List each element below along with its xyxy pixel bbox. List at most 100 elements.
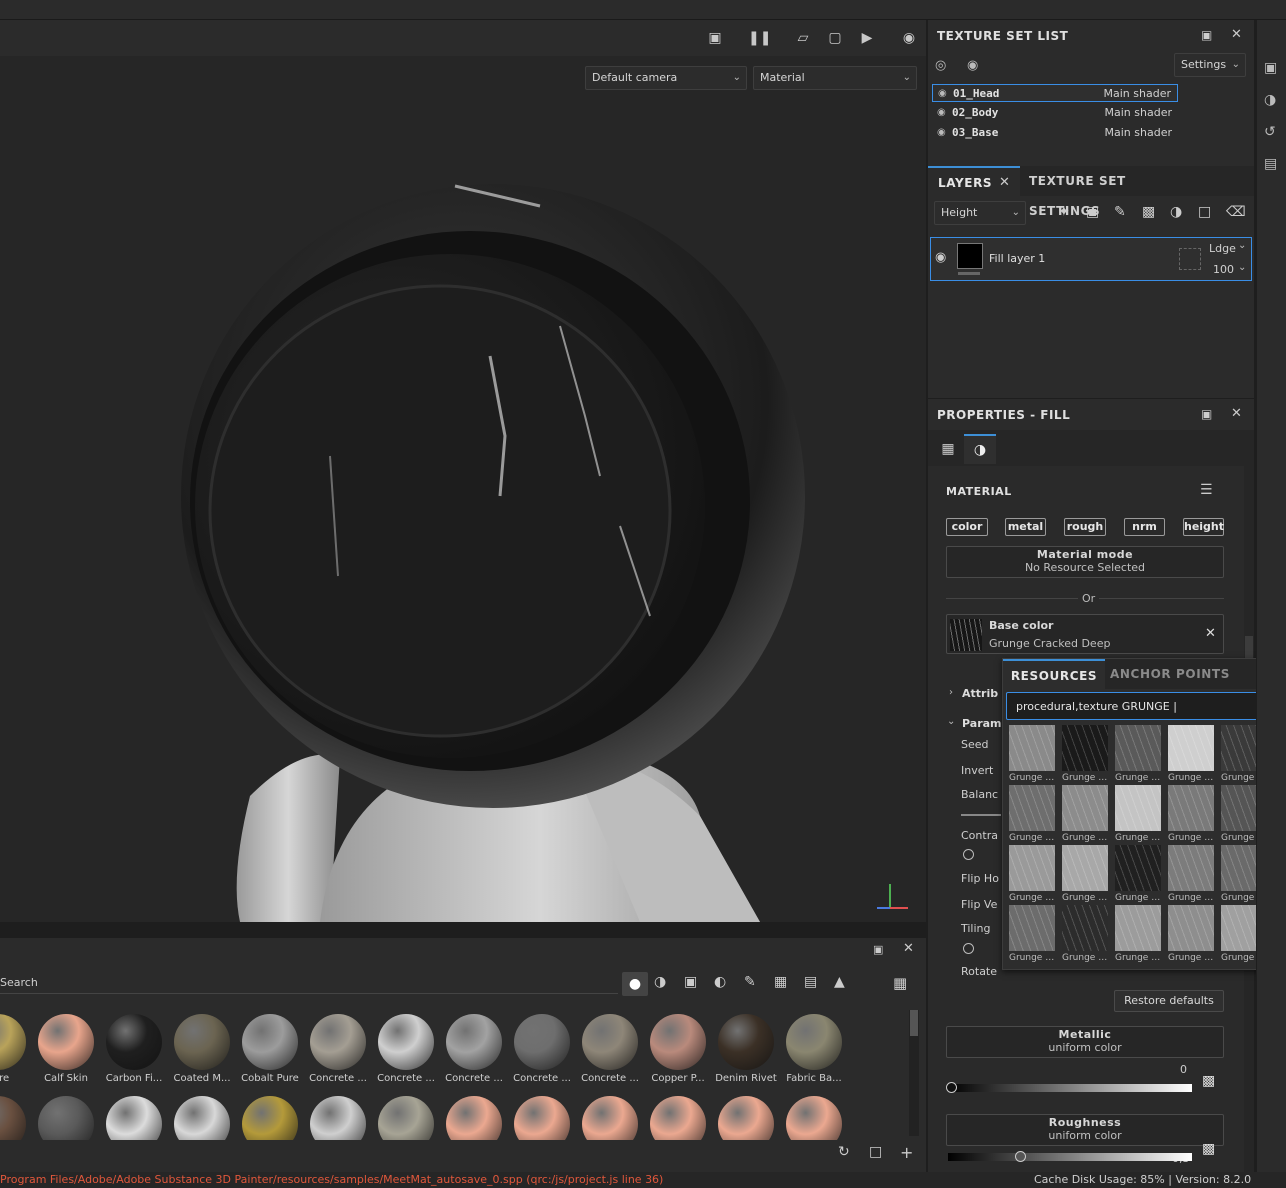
resource-thumbnail[interactable] — [1115, 785, 1161, 831]
resource-thumbnail[interactable] — [1168, 845, 1214, 891]
new-folder-icon[interactable]: □ — [869, 1144, 882, 1160]
material-ball[interactable] — [446, 1096, 502, 1140]
resources-search-input[interactable]: procedural,texture GRUNGE | — [1006, 692, 1259, 720]
chevron-right-icon[interactable]: › — [949, 687, 953, 698]
balance-slider-track[interactable] — [961, 814, 1001, 816]
channel-color-button[interactable]: color — [946, 518, 988, 536]
material-ball[interactable] — [242, 1014, 298, 1070]
texture-set-row-base[interactable]: ◉ 03_Base Main shader — [932, 124, 1178, 142]
shader-settings-icon[interactable]: ◑ — [1264, 92, 1276, 108]
material-ball[interactable] — [718, 1096, 774, 1140]
material-ball[interactable] — [38, 1096, 94, 1140]
resource-thumbnail[interactable] — [1009, 905, 1055, 951]
tab-resources[interactable]: RESOURCES — [1003, 659, 1105, 689]
blend-mode[interactable]: Ldge — [1209, 242, 1236, 255]
material-ball[interactable] — [718, 1014, 774, 1070]
resource-thumbnail[interactable] — [1062, 905, 1108, 951]
material-ball[interactable] — [582, 1096, 638, 1140]
roughness-slider[interactable] — [948, 1153, 1192, 1161]
picker-icon[interactable]: ▩ — [1202, 1073, 1215, 1089]
display-settings-icon[interactable]: ▣ — [1264, 60, 1277, 76]
eye-icon[interactable]: ◉ — [938, 85, 947, 103]
camera-video-icon[interactable]: ▶ — [856, 28, 878, 48]
material-ball[interactable] — [106, 1096, 162, 1140]
material-ball[interactable] — [446, 1014, 502, 1070]
add-effect-icon[interactable]: ✦ — [1058, 204, 1070, 220]
tab-layers[interactable]: LAYERS ✕ — [928, 166, 1020, 196]
material-ball[interactable] — [514, 1014, 570, 1070]
tab-anchor-points[interactable]: ANCHOR POINTS — [1107, 659, 1233, 689]
textures-icon[interactable]: ▤ — [804, 974, 817, 990]
material-ball[interactable] — [650, 1096, 706, 1140]
texture-set-row-head[interactable]: ◉ 01_Head Main shader — [932, 84, 1178, 102]
layer-mask-slot[interactable] — [1179, 248, 1201, 270]
contrast-slider-handle[interactable] — [963, 849, 974, 860]
3d-viewport[interactable]: ▣ ❚❚ ▱ ▢ ▶ ◉ Default camera ⌄ Material ⌄ — [0, 20, 926, 922]
material-ball[interactable] — [310, 1096, 366, 1140]
resource-thumbnail[interactable] — [1062, 845, 1108, 891]
environments-icon[interactable]: ▲ — [834, 974, 845, 990]
smart-masks-icon[interactable]: ▣ — [684, 974, 697, 990]
resource-thumbnail[interactable] — [1115, 725, 1161, 771]
eye-icon[interactable]: ◉ — [937, 104, 946, 122]
shelf-scroll-thumb[interactable] — [910, 1010, 918, 1036]
resource-thumbnail[interactable] — [1062, 725, 1108, 771]
texture-set-row-body[interactable]: ◉ 02_Body Main shader — [932, 104, 1178, 122]
material-mode-box[interactable]: Material mode No Resource Selected — [946, 546, 1224, 578]
eye-icon[interactable]: ◉ — [935, 250, 946, 265]
close-icon[interactable]: ✕ — [903, 941, 914, 956]
materials-filter-icon[interactable]: ● — [622, 972, 648, 996]
add-smart-material-icon[interactable]: ◑ — [1170, 204, 1182, 220]
roughness-slider-handle[interactable] — [1015, 1151, 1026, 1162]
chevron-down-icon[interactable]: ⌄ — [947, 716, 955, 727]
view-3d-cube-icon[interactable]: ▢ — [824, 28, 846, 48]
roughness-box[interactable]: Roughness uniform color — [946, 1114, 1224, 1146]
channel-height-button[interactable]: height — [1183, 518, 1224, 536]
channel-select[interactable]: Height ⌄ — [934, 201, 1026, 225]
parameters-section[interactable]: Param — [962, 717, 1002, 730]
resource-thumbnail[interactable] — [1009, 845, 1055, 891]
shader-name[interactable]: Main shader — [1104, 85, 1171, 103]
material-ball[interactable] — [106, 1014, 162, 1070]
eye-icon[interactable]: ◉ — [967, 58, 978, 73]
material-ball[interactable] — [310, 1014, 366, 1070]
close-icon[interactable]: ✕ — [999, 168, 1011, 198]
resource-thumbnail[interactable] — [1115, 905, 1161, 951]
layer-opacity[interactable]: 100 — [1213, 263, 1234, 276]
settings-dropdown[interactable]: Settings ⌄ — [1174, 53, 1246, 77]
material-ball[interactable] — [242, 1096, 298, 1140]
base-color-resource[interactable]: Base color Grunge Cracked Deep ✕ — [946, 614, 1224, 654]
material-ball[interactable] — [0, 1014, 26, 1070]
resource-thumbnail[interactable] — [1168, 905, 1214, 951]
channel-metal-button[interactable]: metal — [1005, 518, 1046, 536]
material-ball[interactable] — [378, 1096, 434, 1140]
material-ball[interactable] — [378, 1014, 434, 1070]
brushes-icon[interactable]: ✎ — [744, 974, 756, 990]
metallic-slider[interactable] — [948, 1084, 1192, 1092]
tab-texture-set-settings[interactable]: TEXTURE SET SETTINGS — [1021, 166, 1191, 218]
shelf-scrollbar[interactable] — [909, 1010, 919, 1136]
resource-thumbnail[interactable] — [1009, 785, 1055, 831]
channel-rough-button[interactable]: rough — [1064, 518, 1106, 536]
refresh-icon[interactable]: ↻ — [838, 1144, 850, 1160]
view-2d-icon[interactable]: ▱ — [792, 28, 814, 48]
add-icon[interactable]: + — [900, 1143, 913, 1162]
material-ball[interactable] — [786, 1096, 842, 1140]
resource-thumbnail[interactable] — [1168, 785, 1214, 831]
close-icon[interactable]: ✕ — [1231, 406, 1242, 421]
material-ball[interactable] — [174, 1014, 230, 1070]
metallic-box[interactable]: Metallic uniform color — [946, 1026, 1224, 1058]
material-ball[interactable] — [786, 1014, 842, 1070]
material-ball[interactable] — [0, 1096, 26, 1140]
screenshot-camera-icon[interactable]: ◉ — [898, 28, 920, 48]
delete-icon[interactable]: ⌫ — [1226, 204, 1246, 220]
hide-ui-icon[interactable]: ▣ — [704, 28, 726, 48]
restore-defaults-button[interactable]: Restore defaults — [1114, 990, 1224, 1012]
attributes-section[interactable]: Attrib — [962, 687, 998, 700]
layer-thumbnail[interactable] — [957, 243, 983, 269]
material-ball[interactable] — [38, 1014, 94, 1070]
picker-icon[interactable]: ▩ — [1202, 1141, 1215, 1157]
shelf-search-input[interactable]: Search — [0, 972, 618, 994]
eye-icon[interactable]: ◉ — [937, 124, 946, 142]
fill-settings-icon[interactable]: ▦ — [934, 434, 962, 464]
